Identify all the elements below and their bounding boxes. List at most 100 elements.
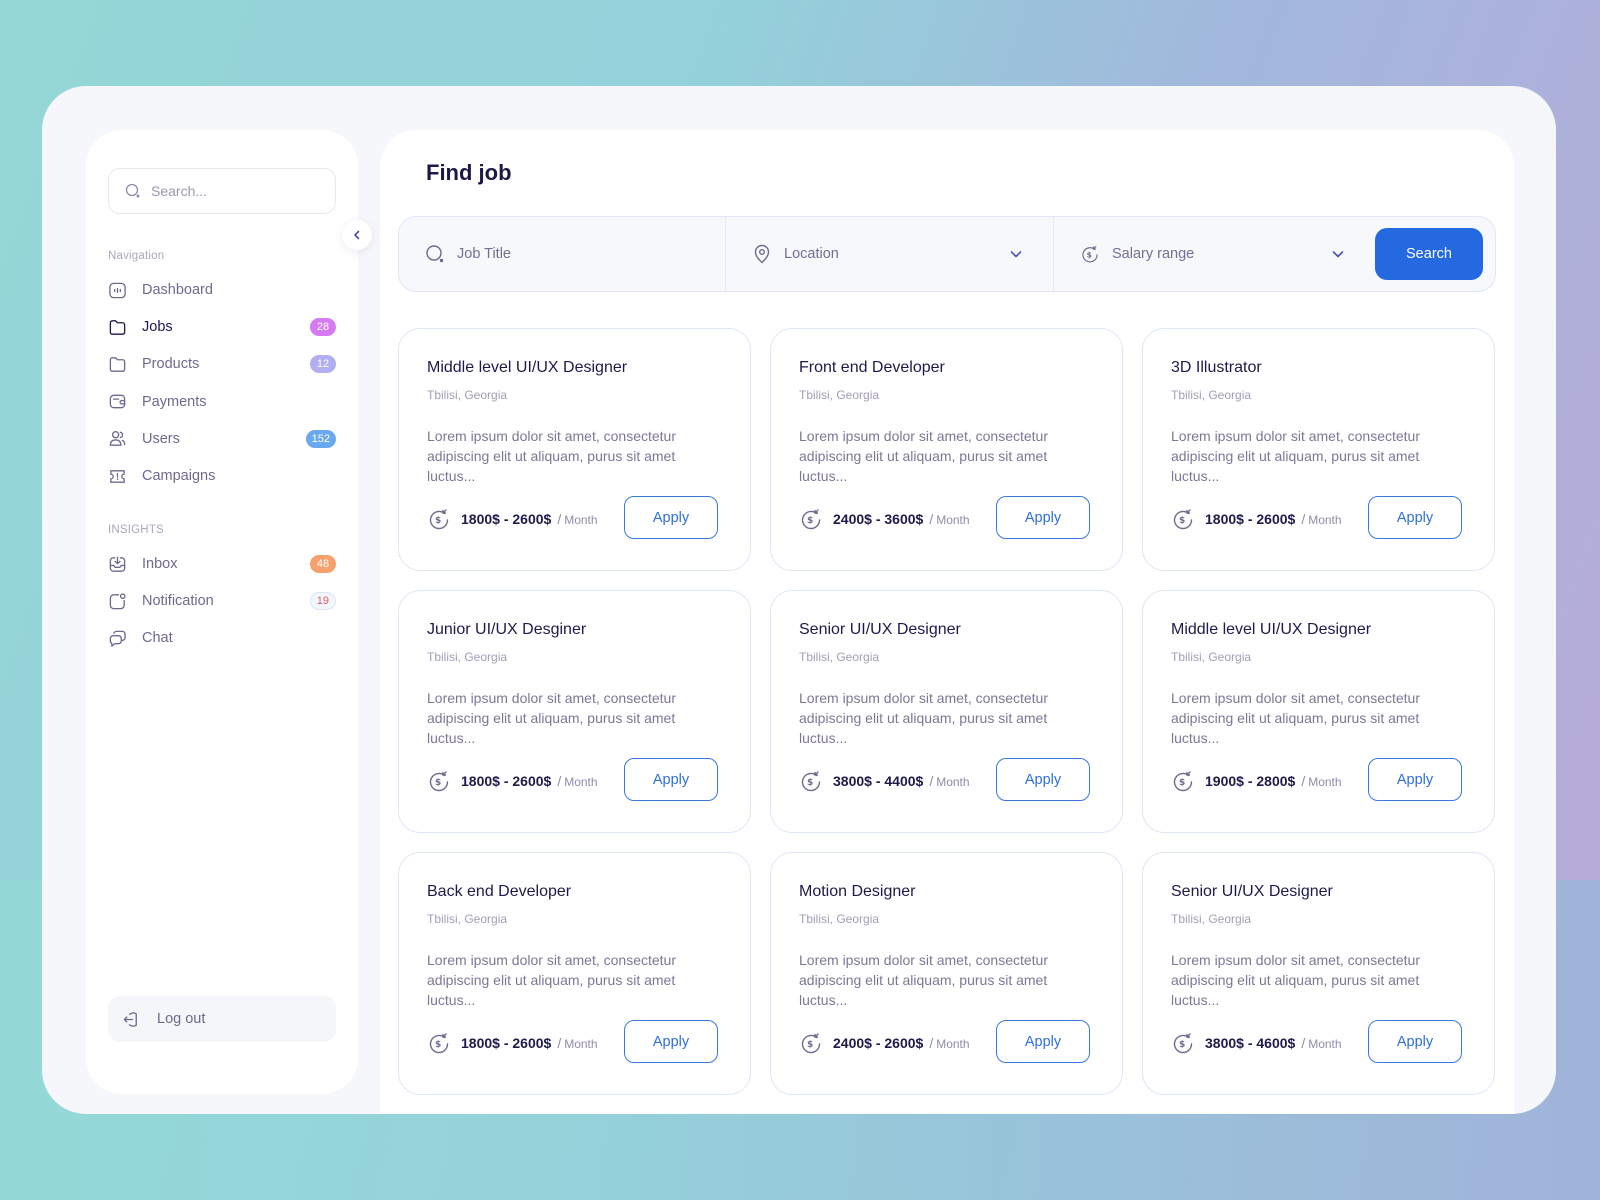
sidebar-item-notification[interactable]: Notification 19 (108, 587, 336, 615)
salary-icon: $ (1082, 245, 1098, 263)
job-cards-grid: Middle level UI/UX Designer Tbilisi, Geor… (398, 328, 1495, 1095)
salary-amount: 1800$ - 2600$ (461, 1035, 552, 1051)
job-salary: $1900$ - 2800$ / Month (1171, 769, 1342, 793)
sidebar-item-payments[interactable]: Payments (108, 388, 336, 416)
job-title: Middle level UI/UX Designer (1171, 621, 1372, 638)
salary-range-select[interactable]: $ Salary range (1053, 217, 1375, 291)
salary-amount: 1800$ - 2600$ (461, 773, 552, 789)
sidebar-search-input[interactable]: Search... (108, 168, 336, 214)
salary-period: / Month (1301, 511, 1342, 527)
job-card[interactable]: Middle level UI/UX Designer Tbilisi, Geor… (1142, 590, 1495, 833)
salary-amount: 3800$ - 4400$ (833, 773, 924, 789)
job-card[interactable]: Junior UI/UX Desginer Tbilisi, Georgia Lor… (398, 590, 751, 833)
salary-period: / Month (557, 773, 598, 789)
chat-icon (108, 629, 127, 648)
job-location: Tbilisi, Georgia (427, 912, 508, 926)
salary-icon: $ (427, 507, 451, 531)
job-location: Tbilisi, Georgia (1171, 650, 1252, 664)
svg-text:$: $ (807, 1040, 813, 1050)
job-card[interactable]: Senior UI/UX Designer Tbilisi, Georgia Lor… (1142, 852, 1495, 1095)
salary-amount: 2400$ - 2600$ (833, 1035, 924, 1051)
count-badge: 12 (310, 355, 336, 374)
sidebar-item-users[interactable]: Users 152 (108, 425, 336, 453)
apply-button[interactable]: Apply (1368, 1020, 1462, 1063)
sidebar: Search... Navigation Dashboard Jobs 28 Prod… (86, 130, 358, 1094)
apply-button[interactable]: Apply (996, 496, 1090, 539)
job-card[interactable]: Senior UI/UX Designer Tbilisi, Georgia Lor… (770, 590, 1123, 833)
job-title: Junior UI/UX Desginer (427, 621, 587, 638)
count-badge: 28 (310, 318, 336, 337)
job-filter-bar: Job Title Location $ Salary range Search (398, 216, 1496, 292)
job-card[interactable]: Front end Developer Tbilisi, Georgia Lorem… (770, 328, 1123, 571)
logout-button[interactable]: Log out (108, 996, 336, 1042)
salary-icon: $ (799, 507, 823, 531)
apply-button[interactable]: Apply (996, 1020, 1090, 1063)
chevron-left-icon (354, 230, 360, 240)
salary-period-label: Month (1308, 775, 1342, 789)
salary-period-label: Month (564, 513, 598, 527)
sidebar-item-dashboard[interactable]: Dashboard (108, 276, 336, 304)
salary-icon: $ (1171, 769, 1195, 793)
sidebar-item-label: Notification (142, 593, 214, 610)
job-title: Senior UI/UX Designer (799, 621, 961, 638)
job-description: Lorem ipsum dolor sit amet, consectetur … (1171, 428, 1420, 484)
job-salary: $1800$ - 2600$ / Month (427, 769, 598, 793)
job-location: Tbilisi, Georgia (1171, 388, 1252, 402)
salary-range-placeholder: Salary range (1112, 246, 1195, 262)
job-title: Back end Developer (427, 883, 572, 900)
job-description: Lorem ipsum dolor sit amet, consectetur … (1171, 952, 1420, 1008)
chevron-down-icon (1010, 251, 1022, 258)
job-description: Lorem ipsum dolor sit amet, consectetur … (427, 952, 676, 1008)
sidebar-search-placeholder: Search... (151, 183, 208, 199)
sidebar-item-label: Dashboard (142, 282, 213, 298)
sidebar-item-jobs[interactable]: Jobs 28 (108, 313, 336, 341)
job-description: Lorem ipsum dolor sit amet, consectetur … (799, 690, 1048, 746)
salary-period: / Month (929, 773, 970, 789)
apply-button[interactable]: Apply (624, 758, 718, 801)
job-card[interactable]: Middle level UI/UX Designer Tbilisi, Geor… (398, 328, 751, 571)
sidebar-item-campaigns[interactable]: Campaigns (108, 462, 336, 490)
job-location: Tbilisi, Georgia (427, 388, 508, 402)
svg-text:$: $ (435, 516, 441, 526)
chevron-down-icon (1332, 251, 1344, 258)
job-location: Tbilisi, Georgia (799, 388, 880, 402)
search-icon (426, 245, 444, 263)
job-salary: $1800$ - 2600$ / Month (1171, 507, 1342, 531)
job-salary: $3800$ - 4400$ / Month (799, 769, 970, 793)
apply-button[interactable]: Apply (624, 496, 718, 539)
salary-period: / Month (557, 511, 598, 527)
logout-label: Log out (157, 1011, 206, 1027)
sidebar-item-inbox[interactable]: Inbox 48 (108, 550, 336, 578)
apply-button[interactable]: Apply (996, 758, 1090, 801)
job-card[interactable]: 3D Illustrator Tbilisi, Georgia Lorem ipsu… (1142, 328, 1495, 571)
apply-button[interactable]: Apply (624, 1020, 718, 1063)
salary-icon: $ (427, 1031, 451, 1055)
svg-text:$: $ (1087, 250, 1092, 259)
collapse-sidebar-button[interactable] (342, 220, 372, 250)
location-select[interactable]: Location (725, 217, 1053, 291)
search-button[interactable]: Search (1375, 228, 1483, 280)
salary-icon: $ (1171, 1031, 1195, 1055)
sidebar-item-label: Jobs (142, 319, 173, 336)
apply-button[interactable]: Apply (1368, 758, 1462, 801)
count-badge: 48 (310, 555, 336, 573)
svg-text:$: $ (435, 1040, 441, 1050)
job-title: Motion Designer (799, 883, 916, 900)
sidebar-item-label: Products (142, 356, 200, 373)
salary-period-label: Month (1308, 1037, 1342, 1051)
job-card[interactable]: Back end Developer Tbilisi, Georgia Lorem … (398, 852, 751, 1095)
sidebar-item-products[interactable]: Products 12 (108, 350, 336, 378)
job-title-input[interactable]: Job Title (399, 217, 725, 291)
job-salary: $2400$ - 3600$ / Month (799, 507, 970, 531)
salary-period-label: Month (564, 1037, 598, 1051)
salary-icon: $ (799, 769, 823, 793)
salary-icon: $ (427, 769, 451, 793)
sidebar-item-label: Users (142, 430, 180, 447)
job-card[interactable]: Motion Designer Tbilisi, Georgia Lorem ips… (770, 852, 1123, 1095)
job-description: Lorem ipsum dolor sit amet, consectetur … (1171, 690, 1420, 746)
sidebar-item-label: Chat (142, 630, 173, 647)
svg-text:$: $ (807, 516, 813, 526)
apply-button[interactable]: Apply (1368, 496, 1462, 539)
sidebar-item-chat[interactable]: Chat (108, 624, 336, 652)
sidebar-item-label: Inbox (142, 556, 178, 572)
